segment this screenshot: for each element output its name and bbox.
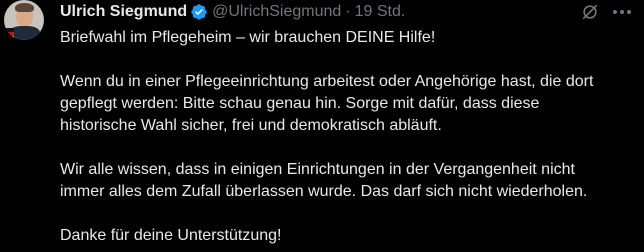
more-options-icon[interactable] <box>612 9 632 15</box>
tweet-text-line: gepflegt werden: Bitte schau genau hin. … <box>60 95 540 112</box>
tweet-text-line: Wir alle wissen, dass in einigen Einrich… <box>60 161 575 178</box>
tweet-text: Briefwahl im Pflegeheim – wir brauchen D… <box>60 27 640 247</box>
tweet-text-line: historische Wahl sicher, frei und demokr… <box>60 117 442 134</box>
avatar-hair <box>15 3 34 12</box>
author-name[interactable]: Ulrich Siegmund <box>60 3 187 21</box>
tweet-text-line: Briefwahl im Pflegeheim – wir brauchen D… <box>60 29 436 46</box>
tweet-text-line: Danke für deine Unterstützung! <box>60 227 282 244</box>
tweet[interactable]: Ulrich Siegmund @UlrichSiegmund · 19 Std… <box>0 0 644 252</box>
timestamp[interactable]: 19 Std. <box>355 3 406 21</box>
flag-stripe-gold <box>4 36 14 40</box>
verified-badge-icon[interactable] <box>190 3 208 21</box>
avatar[interactable] <box>4 0 44 40</box>
tweet-text-line: immer alles dem Zufall überlassen wurde.… <box>60 183 588 200</box>
tweet-header: Ulrich Siegmund @UlrichSiegmund · 19 Std… <box>60 1 624 23</box>
grok-icon[interactable] <box>581 3 599 21</box>
author-handle[interactable]: @UlrichSiegmund <box>212 3 341 21</box>
tweet-text-line: Wenn du in einer Pflegeeinrichtung arbei… <box>60 73 594 90</box>
separator-dot: · <box>345 3 351 20</box>
